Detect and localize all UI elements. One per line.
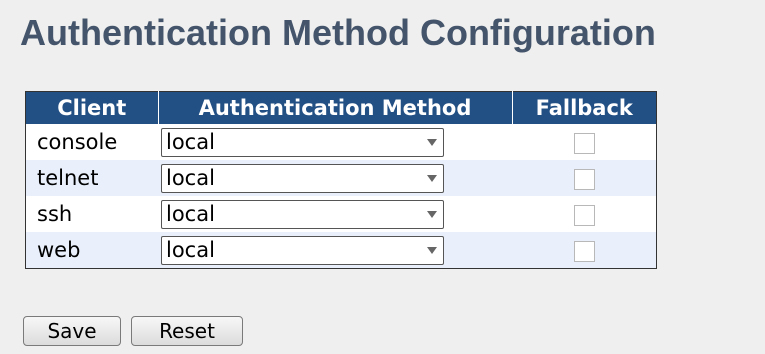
table-header-row: Client Authentication Method Fallback (25, 91, 657, 124)
table-row-ssh: ssh local (25, 196, 657, 232)
fallback-checkbox-ssh[interactable] (573, 204, 595, 226)
table-row-telnet: telnet local (25, 160, 657, 196)
dropdown-arrow-icon (427, 138, 437, 146)
method-select-ssh[interactable]: local (161, 199, 444, 229)
client-name: console (25, 124, 158, 160)
fallback-column-header: Fallback (512, 91, 657, 124)
save-button[interactable]: Save (23, 316, 121, 346)
method-select-telnet[interactable]: local (161, 163, 444, 193)
reset-button[interactable]: Reset (131, 316, 243, 346)
dropdown-arrow-icon (427, 210, 437, 218)
fallback-checkbox-telnet[interactable] (573, 168, 595, 190)
fallback-checkbox-web[interactable] (573, 240, 595, 262)
page-title: Authentication Method Configuration (20, 12, 656, 53)
table-row-web: web local (25, 232, 657, 269)
method-select-value: local (166, 129, 215, 154)
method-column-header: Authentication Method (158, 91, 513, 124)
fallback-checkbox-console[interactable] (573, 132, 595, 154)
auth-method-table: Client Authentication Method Fallback co… (25, 91, 657, 269)
client-name: telnet (25, 160, 158, 196)
client-name: ssh (25, 196, 158, 232)
method-select-value: local (166, 237, 215, 262)
dropdown-arrow-icon (427, 246, 437, 254)
method-select-web[interactable]: local (161, 235, 444, 265)
client-name: web (25, 232, 158, 269)
table-row-console: console local (25, 124, 657, 160)
method-select-console[interactable]: local (161, 127, 444, 157)
dropdown-arrow-icon (427, 174, 437, 182)
client-column-header: Client (25, 91, 159, 124)
method-select-value: local (166, 165, 215, 190)
method-select-value: local (166, 201, 215, 226)
